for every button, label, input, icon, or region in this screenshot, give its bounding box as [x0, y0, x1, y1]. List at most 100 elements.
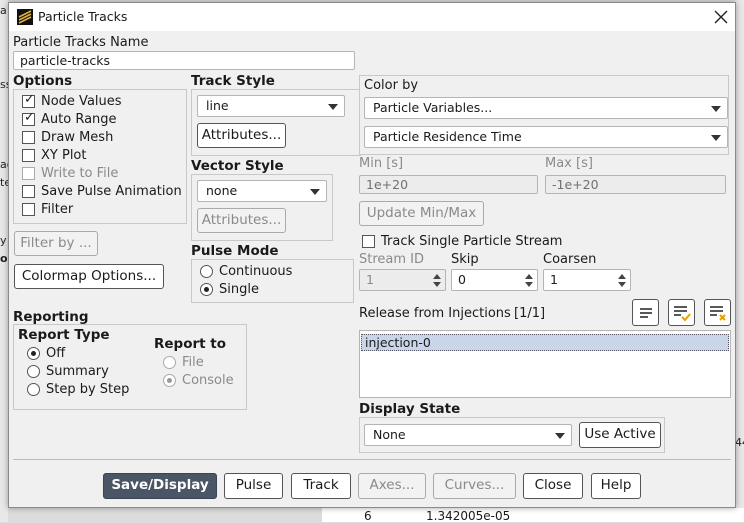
background-cell: 6: [364, 509, 372, 523]
update-min-max-button: Update Min/Max: [359, 201, 484, 226]
continuous-radio[interactable]: [200, 265, 213, 278]
report-to-console-radio: [163, 374, 176, 387]
skip-value: 0: [458, 272, 466, 287]
filter-by-button: Filter by ...: [14, 231, 98, 256]
min-input: 1e+20: [359, 175, 538, 194]
stream-id-label: Stream ID: [359, 252, 425, 267]
colormap-options-button[interactable]: Colormap Options...: [14, 264, 164, 289]
filter-checkbox[interactable]: [22, 203, 35, 216]
select-checked-button[interactable]: [668, 299, 695, 326]
list-icon: [640, 308, 652, 318]
coarsen-value: 1: [550, 272, 558, 287]
save-pulse-animation-label: Save Pulse Animation: [41, 184, 182, 199]
single-radio[interactable]: [200, 283, 213, 296]
color-by-variable-value: Particle Residence Time: [373, 129, 522, 144]
color-by-heading: Color by: [364, 78, 419, 93]
report-type-heading: Report Type: [18, 327, 110, 343]
single-label: Single: [219, 282, 259, 297]
report-to-heading: Report to: [154, 336, 227, 352]
curves-button: Curves...: [433, 473, 516, 499]
name-input[interactable]: particle-tracks: [13, 51, 355, 70]
vector-style-select[interactable]: none: [197, 180, 327, 202]
write-to-file-checkbox: [22, 167, 35, 180]
options-group: [13, 89, 187, 224]
track-button[interactable]: Track: [291, 473, 351, 499]
auto-range-checkbox[interactable]: ✓: [22, 110, 35, 126]
particle-tracks-dialog: Particle Tracks Particle Tracks Name par…: [8, 2, 736, 508]
skip-label: Skip: [451, 252, 479, 267]
report-summary-radio[interactable]: [27, 365, 40, 378]
chevron-down-icon: [328, 104, 338, 110]
xy-plot-label: XY Plot: [41, 148, 87, 163]
spin-up-icon: [433, 274, 441, 279]
continuous-label: Continuous: [219, 264, 293, 279]
write-to-file-label: Write to File: [41, 166, 119, 181]
track-attributes-button[interactable]: Attributes...: [197, 123, 286, 148]
auto-range-label: Auto Range: [41, 112, 117, 127]
display-state-select[interactable]: None: [364, 424, 572, 446]
spin-up-icon[interactable]: [525, 274, 533, 279]
color-by-variable-select[interactable]: Particle Residence Time: [364, 126, 728, 148]
options-heading: Options: [13, 73, 73, 89]
release-injections-label: Release from Injections: [359, 306, 511, 321]
filter-label: Filter: [41, 202, 74, 217]
axes-button: Axes...: [358, 473, 426, 499]
track-single-stream-checkbox[interactable]: [362, 235, 375, 248]
chevron-down-icon: [711, 135, 721, 141]
report-step-by-step-radio[interactable]: [27, 383, 40, 396]
separator: [13, 459, 731, 460]
reporting-heading: Reporting: [13, 309, 89, 325]
save-pulse-animation-checkbox[interactable]: [22, 185, 35, 198]
spin-down-icon[interactable]: [525, 282, 533, 287]
pulse-button[interactable]: Pulse: [224, 473, 283, 499]
color-by-category-select[interactable]: Particle Variables...: [364, 97, 728, 119]
vector-style-value: none: [206, 183, 238, 198]
report-off-label: Off: [46, 346, 66, 361]
release-injections-count: [1/1]: [514, 306, 546, 321]
report-to-file-label: File: [182, 355, 204, 370]
draw-mesh-label: Draw Mesh: [41, 130, 114, 145]
draw-mesh-checkbox[interactable]: [22, 131, 35, 144]
track-style-value: line: [206, 98, 229, 113]
report-summary-label: Summary: [46, 364, 109, 379]
spin-up-icon[interactable]: [618, 274, 626, 279]
node-values-checkbox[interactable]: ✓: [22, 92, 35, 108]
background-text: y: [0, 234, 7, 247]
stream-id-value: 1: [366, 272, 374, 287]
background-window-left: a ss ag ter y o: [0, 0, 16, 522]
track-single-stream-label: Track Single Particle Stream: [381, 234, 563, 249]
pulse-mode-heading: Pulse Mode: [191, 243, 279, 259]
use-active-button[interactable]: Use Active: [579, 422, 661, 448]
save-display-button[interactable]: Save/Display: [103, 473, 217, 499]
xy-plot-checkbox[interactable]: [22, 149, 35, 162]
spin-down-icon: [433, 282, 441, 287]
window-title: Particle Tracks: [38, 9, 128, 24]
help-button[interactable]: Help: [591, 473, 641, 499]
chevron-down-icon: [555, 433, 565, 439]
report-to-console-label: Console: [182, 373, 234, 388]
list-clear-icon: [710, 306, 726, 321]
injections-list[interactable]: injection-0: [359, 330, 731, 398]
close-button[interactable]: Close: [523, 473, 583, 499]
list-item[interactable]: injection-0: [361, 334, 729, 351]
skip-spinner[interactable]: 0: [451, 269, 538, 291]
coarsen-spinner[interactable]: 1: [543, 269, 631, 291]
spin-down-icon[interactable]: [618, 282, 626, 287]
display-state-heading: Display State: [359, 401, 461, 417]
color-by-category-value: Particle Variables...: [373, 100, 493, 115]
coarsen-label: Coarsen: [543, 252, 597, 267]
background-table-row: 6 1.342005e-05: [322, 508, 744, 523]
background-cell: 1.342005e-05: [426, 509, 511, 523]
app-logo-icon: [17, 9, 33, 25]
track-style-select[interactable]: line: [197, 95, 345, 117]
close-icon[interactable]: [714, 10, 728, 24]
report-step-by-step-label: Step by Step: [46, 382, 130, 397]
select-all-button[interactable]: [632, 299, 659, 326]
background-text: 44: [735, 436, 744, 449]
background-window-right: 44: [735, 0, 744, 522]
min-label: Min [s]: [359, 156, 404, 171]
report-off-radio[interactable]: [27, 347, 40, 360]
stream-id-spinner: 1: [359, 269, 446, 291]
deselect-all-button[interactable]: [704, 299, 731, 326]
max-input: -1e+20: [545, 175, 726, 194]
